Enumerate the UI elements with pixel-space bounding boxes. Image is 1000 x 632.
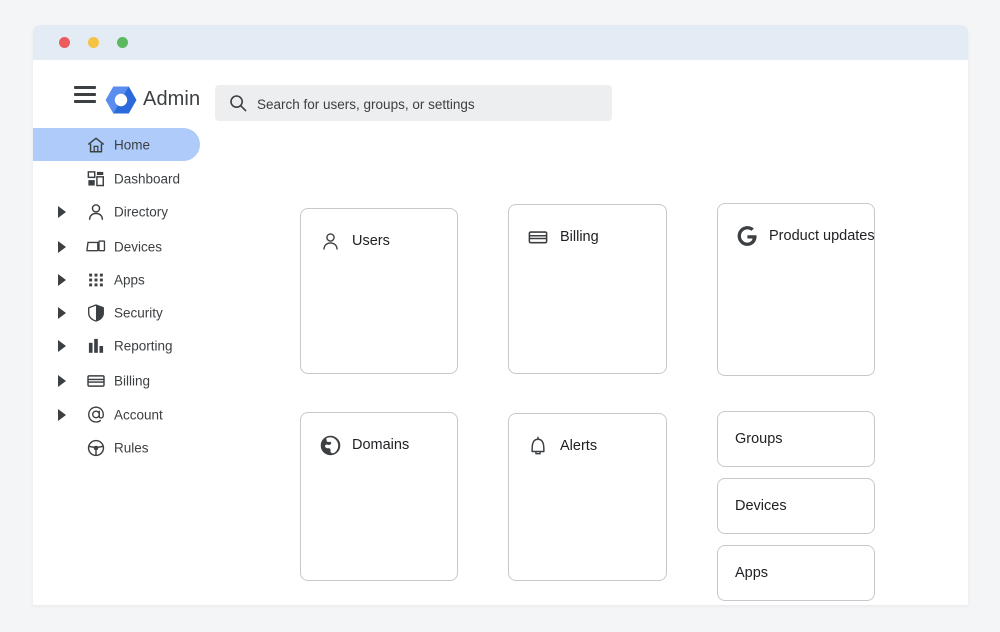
card-header: Alerts [526,434,597,458]
credit-card-icon [85,370,107,392]
sidebar-item-label: Billing [114,373,151,388]
card-title: Domains [352,437,410,453]
sidebar-item-rules[interactable]: Rules [33,431,263,464]
dashboard-icon [85,168,107,190]
person-icon [318,229,342,253]
sidebar-item-label: Security [114,305,163,320]
search-input[interactable] [255,85,609,123]
card-title: Alerts [560,438,598,454]
sidebar-item-label: Directory [114,204,169,219]
sidebar-item-devices[interactable]: Devices [33,230,263,263]
chevron-right-icon[interactable] [58,374,66,387]
hamburger-bar-3 [74,100,96,103]
sidebar-item-label: Home [114,137,151,152]
top-bar: Admin [33,60,968,128]
sidebar: Home Dashboard Directory Devices Apps Se… [33,128,263,605]
close-window-button[interactable] [59,37,70,48]
search-icon [229,94,247,112]
sidebar-item-label: Reporting [114,338,173,353]
card-title: Devices [735,498,787,514]
browser-window: Admin Search for users, groups, or setti… [33,25,968,605]
card-title: Apps [735,565,769,581]
globe-icon [318,433,342,457]
card-header: Product updates [735,224,875,248]
sidebar-item-label: Devices [114,239,163,254]
apps-grid-icon [85,269,107,291]
brand-title: Admin [143,88,201,110]
person-icon [85,201,107,223]
app-body: Admin Search for users, groups, or setti… [33,60,968,605]
sidebar-item-label: Dashboard [114,171,181,186]
sidebar-item-apps[interactable]: Apps [33,263,263,296]
chevron-right-icon[interactable] [58,205,66,218]
chevron-right-icon[interactable] [58,306,66,319]
chevron-right-icon[interactable] [58,339,66,352]
search-bar[interactable] [215,85,612,123]
chevron-right-icon[interactable] [58,273,66,286]
chevron-right-icon[interactable] [58,240,66,253]
window-titlebar [33,25,968,60]
maximize-window-button[interactable] [117,37,128,48]
steering-wheel-icon [85,437,107,459]
card-header: Domains [318,433,409,457]
sidebar-item-label: Apps [114,272,145,287]
minimize-window-button[interactable] [88,37,99,48]
hamburger-bar-2 [74,93,96,96]
sidebar-item-billing[interactable]: Billing [33,364,263,397]
card-billing[interactable]: Billing [508,204,667,374]
card-title: Groups [735,431,783,447]
card-product-updates[interactable]: Product updates [717,203,875,376]
bar-chart-icon [85,335,107,357]
sidebar-item-directory[interactable]: Directory [33,195,263,228]
card-title: Users [352,233,390,249]
chevron-right-icon[interactable] [58,408,66,421]
sidebar-item-reporting[interactable]: Reporting [33,329,263,362]
card-groups[interactable]: Groups [717,411,875,467]
at-sign-icon [85,404,107,426]
shield-icon [85,302,107,324]
card-users[interactable]: Users [300,208,458,374]
card-devices[interactable]: Devices [717,478,875,534]
devices-icon [85,236,107,258]
google-admin-hexagon-icon[interactable] [105,85,137,115]
google-g-icon [735,224,759,248]
hamburger-bar-1 [74,86,96,89]
sidebar-item-security[interactable]: Security [33,296,263,329]
sidebar-item-home[interactable]: Home [33,128,200,161]
card-apps[interactable]: Apps [717,545,875,601]
card-title: Billing [560,229,599,245]
main-content: Users Billing Product updates Domains Al… [263,128,968,605]
card-title: Product updates [769,228,875,244]
card-header: Billing [526,225,599,249]
credit-card-icon [526,225,550,249]
sidebar-item-label: Account [114,407,163,422]
home-icon [85,134,107,156]
card-alerts[interactable]: Alerts [508,413,667,581]
sidebar-item-label: Rules [114,440,149,455]
bell-icon [526,434,550,458]
hamburger-icon[interactable] [74,86,96,103]
sidebar-item-dashboard[interactable]: Dashboard [33,162,263,195]
card-header: Users [318,229,390,253]
sidebar-item-account[interactable]: Account [33,398,263,431]
card-domains[interactable]: Domains [300,412,458,581]
